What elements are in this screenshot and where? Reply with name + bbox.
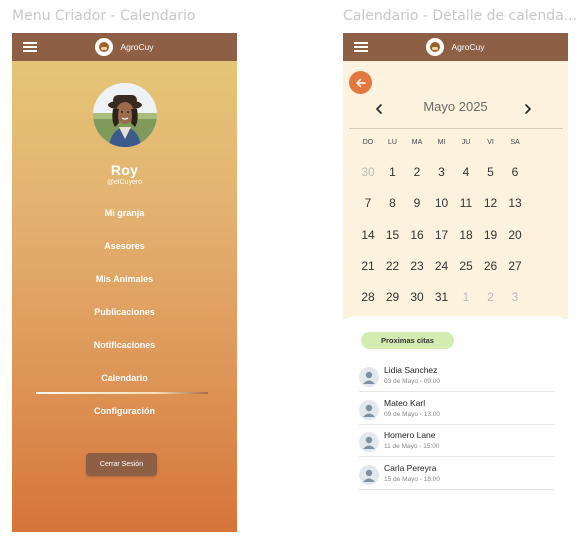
month-navigation: Mayo 2025	[343, 99, 568, 119]
calendar-day[interactable]: 2	[405, 165, 429, 179]
menu-item-configuracion[interactable]: Configuración	[12, 406, 237, 416]
appointment-divider	[359, 488, 555, 490]
app-bar: AgroCuy	[12, 33, 237, 61]
app-name: AgroCuy	[451, 42, 485, 52]
brand: AgroCuy	[12, 33, 237, 61]
brand: AgroCuy	[343, 33, 568, 61]
appointment-name: Mateo Karl	[384, 397, 426, 408]
calendar-day[interactable]: 7	[356, 196, 380, 210]
weekday-label: DO	[362, 139, 374, 146]
frame-title-menu: Menu Criador - Calendario	[12, 8, 196, 24]
weekday-label: JU	[461, 139, 471, 146]
calendar-day[interactable]: 31	[430, 290, 454, 304]
calendar-day[interactable]: 17	[430, 228, 454, 242]
user-icon	[359, 367, 379, 387]
calendar-day[interactable]: 29	[381, 290, 405, 304]
back-arrow-icon	[355, 78, 366, 87]
menu-item-publicaciones[interactable]: Publicaciones	[12, 307, 237, 317]
chevron-right-icon[interactable]	[518, 99, 538, 119]
calendar-day[interactable]: 15	[381, 228, 405, 242]
calendar-day[interactable]: 10	[430, 196, 454, 210]
appointment-divider	[359, 423, 555, 425]
active-item-underline	[36, 392, 208, 394]
appointment-divider	[359, 391, 555, 392]
appointment-date: 11 de Mayo - 15:00	[384, 443, 440, 450]
calendar-day[interactable]: 21	[356, 259, 380, 273]
appointment-divider	[359, 456, 555, 457]
appointment-item[interactable]: Carla Pereyra 15 de Mayo - 18:00	[359, 461, 555, 490]
appointment-name: Homero Lane	[384, 430, 436, 440]
menu-item-asesores[interactable]: Asesores	[12, 241, 237, 251]
logout-button[interactable]: Cerrar Sesión	[86, 453, 157, 476]
appointment-name: Lidia Sanchez	[384, 365, 438, 375]
user-icon	[359, 399, 379, 420]
calendar-day[interactable]: 24	[430, 259, 454, 273]
frame-title-calendar: Calendario - Detalle de calenda...	[343, 8, 578, 24]
calendar-day[interactable]: 12	[479, 196, 503, 210]
appointment-date: 09 de Mayo - 13:00	[384, 410, 441, 418]
calendar-day[interactable]: 3	[503, 290, 527, 304]
calendar-day[interactable]: 25	[454, 259, 478, 273]
appointment-name: Carla Pereyra	[384, 462, 437, 473]
back-button[interactable]	[349, 71, 372, 94]
calendar-day[interactable]: 3	[430, 165, 454, 179]
calendar-day[interactable]: 1	[381, 165, 405, 179]
calendar-day[interactable]: 19	[479, 228, 503, 242]
menu-item-notificaciones[interactable]: Notificaciones	[12, 340, 237, 350]
calendar-day[interactable]: 26	[479, 259, 503, 273]
calendar-day[interactable]: 1	[454, 290, 478, 304]
calendar-day[interactable]: 30	[356, 165, 380, 179]
weekday-label: MA	[411, 139, 423, 146]
calendar-day[interactable]: 20	[503, 228, 527, 242]
calendar-day[interactable]: 27	[503, 259, 527, 273]
menu-item-mi-granja[interactable]: Mi granja	[12, 208, 237, 218]
calendar-day[interactable]: 30	[405, 290, 429, 304]
app-logo	[426, 38, 445, 56]
user-icon	[359, 464, 379, 485]
calendar-day[interactable]: 6	[503, 165, 527, 179]
calendar-day[interactable]: 13	[503, 196, 527, 210]
appointment-date: 03 de Mayo - 09:00	[384, 378, 441, 385]
calendar-day[interactable]: 2	[479, 290, 503, 304]
calendar-day[interactable]: 5	[479, 165, 503, 179]
appointment-item[interactable]: Lidia Sanchez 03 de Mayo - 09:00	[359, 363, 555, 392]
appointment-date: 15 de Mayo - 18:00	[384, 475, 441, 483]
weekday-label: VI	[487, 139, 494, 146]
calendar-day[interactable]: 14	[356, 228, 380, 242]
menu-item-calendario[interactable]: Calendario	[12, 373, 237, 383]
user-icon	[359, 432, 379, 452]
calendar-day[interactable]: 22	[381, 259, 405, 273]
app-logo	[95, 38, 114, 56]
appointment-item[interactable]: Homero Lane 11 de Mayo - 15:00	[359, 428, 555, 457]
profile-name: Roy	[110, 162, 139, 178]
calendar-day[interactable]: 11	[454, 196, 478, 210]
app-bar: AgroCuy	[343, 33, 568, 61]
menu-screen: AgroCuy Roy @elCuyero Mi granja Asesores…	[12, 33, 237, 532]
weekday-label: LU	[388, 139, 397, 146]
calendar-day[interactable]: 9	[405, 196, 429, 210]
calendar-day[interactable]: 4	[454, 165, 478, 179]
profile-handle: @elCuyero	[106, 179, 143, 186]
weekday-label: MI	[437, 139, 446, 146]
profile-avatar[interactable]	[93, 83, 157, 147]
calendar-day[interactable]: 28	[356, 290, 380, 304]
calendar-screen: AgroCuy Mayo 2025 DO LU MA MI JU VI SA 30 1 2 3 4 5 6…	[343, 33, 568, 501]
month-divider	[349, 128, 563, 129]
appointment-item[interactable]: Mateo Karl 09 de Mayo - 13:00	[359, 396, 555, 425]
appointments-title-badge: Proximas citas	[361, 332, 454, 349]
calendar-day[interactable]: 23	[405, 259, 429, 273]
menu-item-mis-animales[interactable]: Mis Animales	[12, 274, 237, 284]
weekday-label: SA	[510, 139, 520, 146]
calendar-day[interactable]: 16	[405, 228, 429, 242]
app-name: AgroCuy	[120, 42, 154, 52]
calendar-day[interactable]: 8	[381, 196, 405, 210]
calendar-day[interactable]: 18	[454, 228, 478, 242]
